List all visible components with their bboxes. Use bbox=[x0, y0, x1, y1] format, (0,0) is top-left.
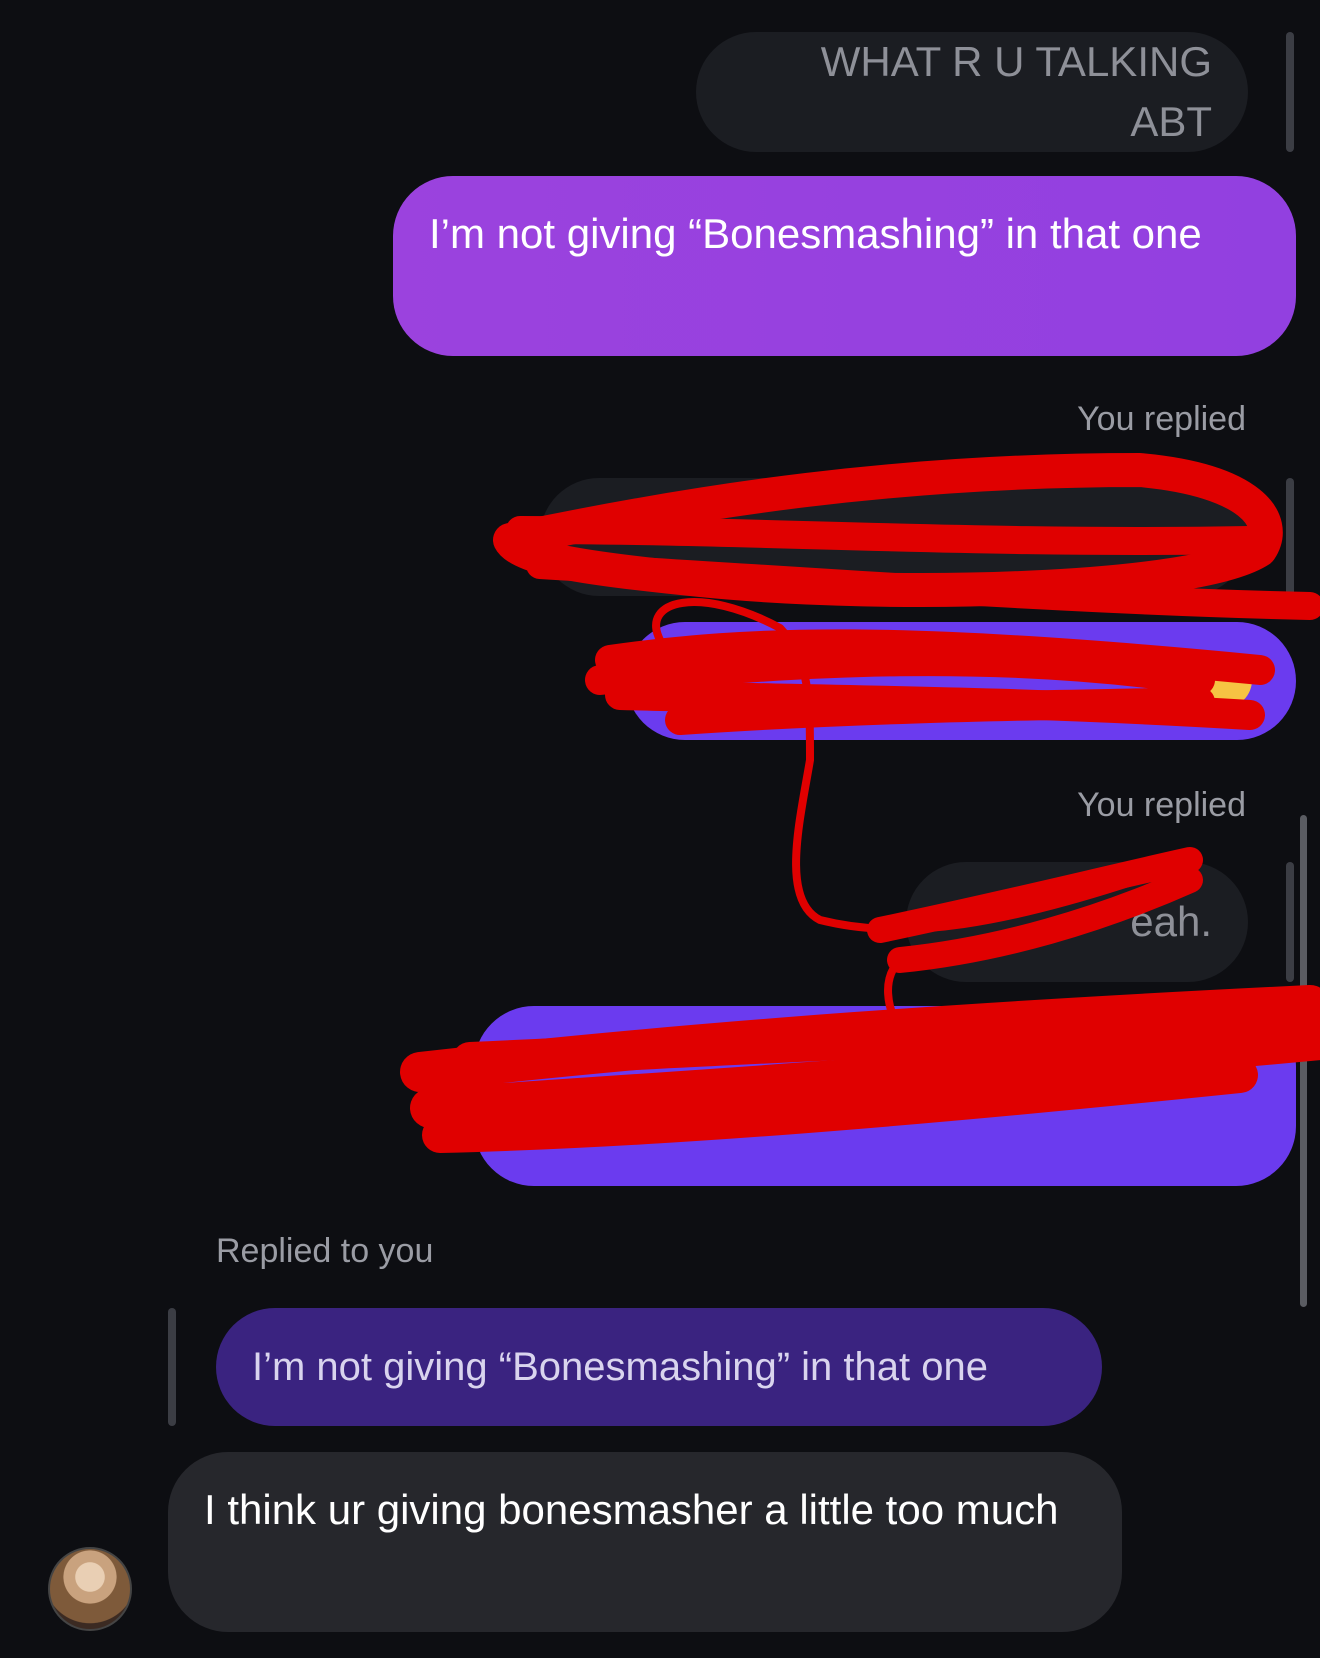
sent-message[interactable]: I’m not giving “Bonesmashing” in that on… bbox=[393, 176, 1296, 356]
quoted-message-text: eah. bbox=[1130, 898, 1212, 945]
received-message[interactable]: I think ur giving bonesmasher a little t… bbox=[168, 1452, 1122, 1632]
received-quoted-message[interactable]: I’m not giving “Bonesmashing” in that on… bbox=[216, 1308, 1102, 1426]
you-replied-label: You replied bbox=[1077, 400, 1246, 438]
quoted-message-text: WHAT R U TALKING ABT bbox=[820, 38, 1212, 145]
quoted-message[interactable]: WHAT R U TALKING ABT bbox=[696, 32, 1248, 152]
sent-message-redacted[interactable] bbox=[474, 1006, 1296, 1186]
chat-thread: WHAT R U TALKING ABT I’m not giving “Bon… bbox=[0, 0, 1320, 1658]
you-replied-label: You replied bbox=[1077, 786, 1246, 824]
quote-bar bbox=[168, 1308, 176, 1426]
quoted-message-partial[interactable]: eah. bbox=[906, 862, 1248, 982]
sent-message-text: I’m not giving “Bonesmashing” in that on… bbox=[429, 210, 1202, 257]
pensive-emoji-icon bbox=[1196, 652, 1252, 708]
quote-bar bbox=[1286, 32, 1294, 152]
received-message-text: I think ur giving bonesmasher a little t… bbox=[204, 1486, 1059, 1533]
scrollbar[interactable] bbox=[1300, 815, 1307, 1307]
replied-to-you-label: Replied to you bbox=[216, 1232, 434, 1270]
quote-bar bbox=[1286, 862, 1294, 982]
quoted-message-redacted[interactable] bbox=[540, 478, 1248, 596]
quote-bar bbox=[1286, 478, 1294, 596]
avatar-icon[interactable] bbox=[48, 1547, 132, 1631]
received-quoted-text: I’m not giving “Bonesmashing” in that on… bbox=[252, 1345, 988, 1389]
